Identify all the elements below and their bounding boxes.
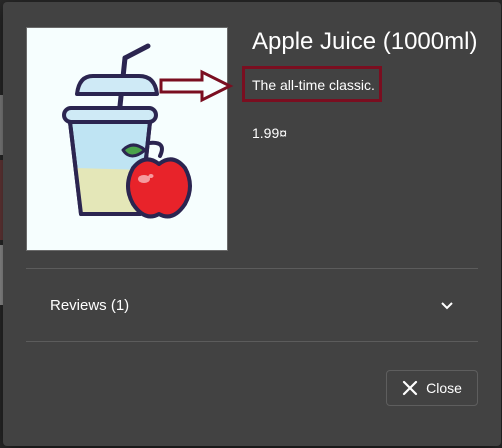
product-title: Apple Juice (1000ml) xyxy=(252,28,478,55)
chevron-down-icon xyxy=(441,302,453,310)
apple-juice-image xyxy=(62,43,192,219)
close-button-label: Close xyxy=(426,380,462,396)
reviews-expansion-panel[interactable]: Reviews (1) xyxy=(26,269,478,342)
reviews-label: Reviews (1) xyxy=(50,297,130,314)
close-button[interactable]: Close xyxy=(386,370,478,406)
divider xyxy=(26,341,478,342)
close-icon xyxy=(402,380,418,396)
product-details-dialog: Apple Juice (1000ml) The all-time classi… xyxy=(3,2,501,446)
product-image xyxy=(26,27,228,251)
product-description: The all-time classic. xyxy=(252,77,375,93)
product-price: 1.99¤ xyxy=(252,125,288,141)
arrow-right-icon xyxy=(159,69,234,103)
